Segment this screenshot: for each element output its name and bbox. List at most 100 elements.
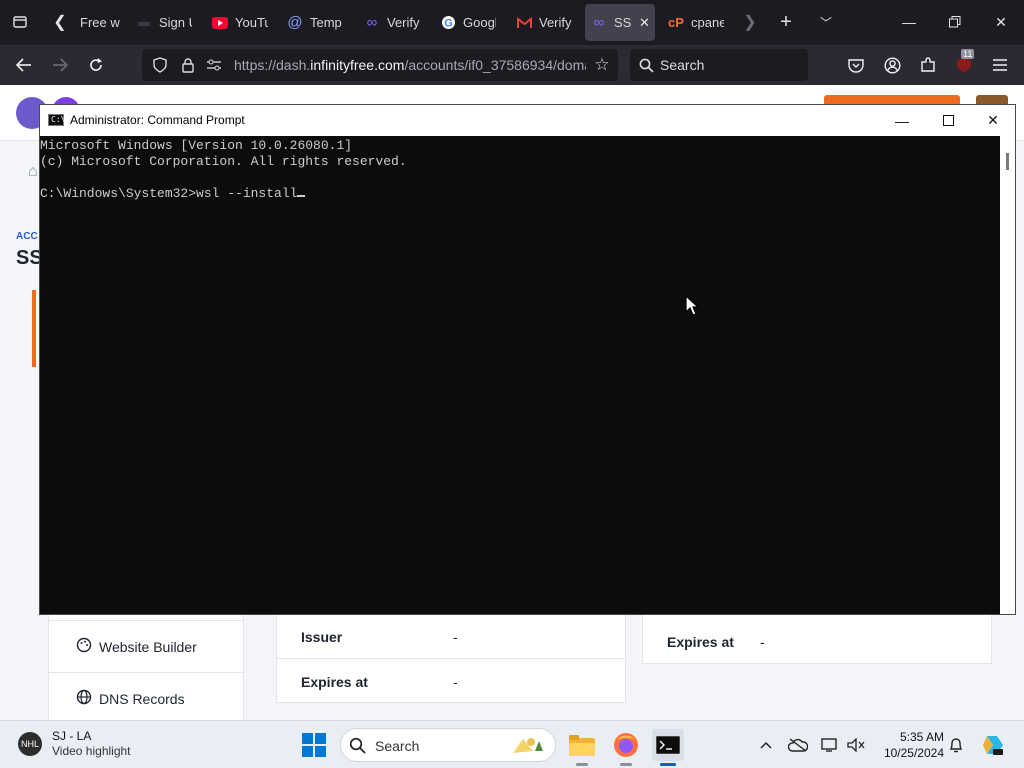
palette-icon <box>75 637 93 657</box>
reload-icon[interactable] <box>82 51 110 79</box>
system-clock[interactable]: 5:35 AM 10/25/2024 <box>876 729 944 761</box>
cmd-window-title: Administrator: Command Prompt <box>70 113 245 127</box>
sidebar-item-label: Website Builder <box>99 638 197 655</box>
tab-free-w[interactable]: Free w <box>80 4 120 41</box>
taskbar-search-placeholder: Search <box>375 738 420 754</box>
browser-tab-strip: ❮ Free w Sign U YouTu @ Temp ∞ Verify G … <box>0 0 1024 45</box>
tab-label: Free w <box>80 15 120 30</box>
forward-icon[interactable] <box>46 51 74 79</box>
cmd-close-icon[interactable]: ✕ <box>970 105 1016 136</box>
show-hidden-icons-chevron-icon[interactable] <box>754 733 778 757</box>
cmd-maximize-icon[interactable] <box>925 105 971 136</box>
cpanel-icon: cP <box>668 15 684 30</box>
browser-close-icon[interactable]: ✕ <box>978 6 1024 38</box>
clock-time: 5:35 AM <box>899 730 944 744</box>
volume-muted-icon[interactable] <box>844 733 868 757</box>
scroll-tabs-left-icon[interactable]: ❮ <box>46 8 74 36</box>
address-bar[interactable]: https://dash.infinityfree.com/accounts/i… <box>142 49 618 81</box>
tab-label: Googl <box>463 15 496 30</box>
tab-label: SSL <box>614 15 632 30</box>
tracking-protection-shield-icon[interactable] <box>150 55 170 75</box>
tab-cpanel[interactable]: cP cpane <box>668 4 724 41</box>
browser-minimize-icon[interactable]: — <box>886 6 932 38</box>
extensions-puzzle-icon[interactable] <box>914 51 942 79</box>
bookmark-star-icon[interactable]: ☆ <box>592 55 612 75</box>
tab-ssl-active[interactable]: ∞ SSL ✕ <box>585 4 655 41</box>
tab-label: Verify <box>387 15 420 30</box>
list-all-tabs-icon[interactable]: ﹀ <box>812 8 840 36</box>
widget-subtitle: Video highlight <box>52 744 131 758</box>
sidebar-item-website-builder[interactable]: Website Builder <box>49 620 243 672</box>
onedrive-cloud-icon[interactable] <box>786 733 810 757</box>
command-prompt-window[interactable]: C:\ Administrator: Command Prompt — ✕ Mi… <box>39 104 1016 615</box>
search-placeholder: Search <box>660 57 705 73</box>
cmd-minimize-icon[interactable]: — <box>879 105 925 136</box>
nhl-logo-icon: NHL <box>18 732 42 756</box>
permissions-sliders-icon[interactable] <box>204 55 224 75</box>
cert-key: Issuer <box>301 628 343 645</box>
console-prompt-command: C:\Windows\System32>wsl --install <box>40 186 298 201</box>
certificate-details-card: Issuer - Expires at - <box>276 605 626 703</box>
windows-taskbar: NHL SJ - LA Video highlight Search 5:35 … <box>0 720 1024 768</box>
document-icon <box>136 15 152 31</box>
back-icon[interactable] <box>10 51 38 79</box>
extension-badge-count: 11 <box>961 49 975 59</box>
cert-row-expires: Expires at - <box>643 620 991 664</box>
svg-text:G: G <box>444 18 453 30</box>
cmd-scrollbar-thumb[interactable] <box>1006 153 1009 170</box>
home-icon[interactable]: ⌂ <box>28 163 38 181</box>
active-nav-indicator <box>32 290 36 367</box>
cmd-console-output[interactable]: Microsoft Windows [Version 10.0.26080.1]… <box>40 136 1000 614</box>
globe-icon <box>75 689 93 709</box>
start-windows-icon[interactable] <box>298 729 330 761</box>
cmd-title-bar[interactable]: C:\ Administrator: Command Prompt — ✕ <box>40 105 1015 136</box>
cert-key: Expires at <box>301 674 368 690</box>
taskbar-search[interactable]: Search <box>340 728 556 762</box>
text-cursor <box>297 195 306 197</box>
cert-row-expires: Expires at - <box>277 660 625 704</box>
tab-sign-up[interactable]: Sign U <box>136 4 192 41</box>
section-label: ACC <box>16 231 38 242</box>
close-tab-icon[interactable]: ✕ <box>639 15 650 31</box>
tab-label: Verify <box>539 15 572 30</box>
menu-hamburger-icon[interactable] <box>986 51 1014 79</box>
sports-widget[interactable]: NHL SJ - LA Video highlight <box>18 729 131 759</box>
lock-icon[interactable] <box>178 55 198 75</box>
console-line: Microsoft Windows [Version 10.0.26080.1] <box>40 138 353 153</box>
sidebar-item-label: DNS Records <box>99 690 185 707</box>
infinity-icon: ∞ <box>593 14 605 31</box>
account-icon[interactable] <box>878 51 906 79</box>
terminal-taskbar-icon[interactable] <box>652 729 684 761</box>
running-indicator-active <box>660 763 676 766</box>
tab-verify-infinity[interactable]: ∞ Verify <box>364 4 420 41</box>
cert-value: - <box>760 634 765 650</box>
console-input-line[interactable]: C:\Windows\System32>wsl --install <box>40 186 1000 202</box>
tab-temp[interactable]: @ Temp <box>287 4 345 41</box>
tab-overview-icon[interactable] <box>6 8 34 36</box>
pocket-icon[interactable] <box>842 51 870 79</box>
sidebar-item-dns-records[interactable]: DNS Records <box>49 672 243 720</box>
new-tab-icon[interactable]: + <box>772 8 800 36</box>
copilot-icon[interactable] <box>980 733 1006 757</box>
tab-verify-gmail[interactable]: Verify <box>516 4 572 41</box>
tab-label: cpane <box>691 15 724 30</box>
tab-youtube[interactable]: YouTu <box>212 4 268 41</box>
gmail-icon <box>516 15 532 31</box>
firefox-icon[interactable] <box>610 729 642 761</box>
notification-bell-icon[interactable] <box>944 733 968 757</box>
tab-google[interactable]: G Googl <box>440 4 496 41</box>
browser-restore-icon[interactable] <box>932 6 978 38</box>
cert-key: Expires at <box>667 634 734 650</box>
cmd-scrollbar[interactable] <box>1000 136 1015 614</box>
widget-title: SJ - LA <box>52 729 92 743</box>
url-prefix: https://dash. <box>234 57 311 73</box>
at-sign-icon: @ <box>287 14 303 31</box>
network-icon[interactable] <box>818 733 842 757</box>
scroll-tabs-right-icon[interactable]: ❯ <box>736 8 764 36</box>
tab-label: Temp <box>310 15 342 30</box>
clock-date: 10/25/2024 <box>883 746 944 760</box>
tab-label: YouTu <box>235 15 268 30</box>
file-explorer-icon[interactable] <box>566 729 598 761</box>
browser-search-box[interactable]: Search <box>630 49 808 81</box>
url-text[interactable]: https://dash.infinityfree.com/accounts/i… <box>234 57 586 73</box>
